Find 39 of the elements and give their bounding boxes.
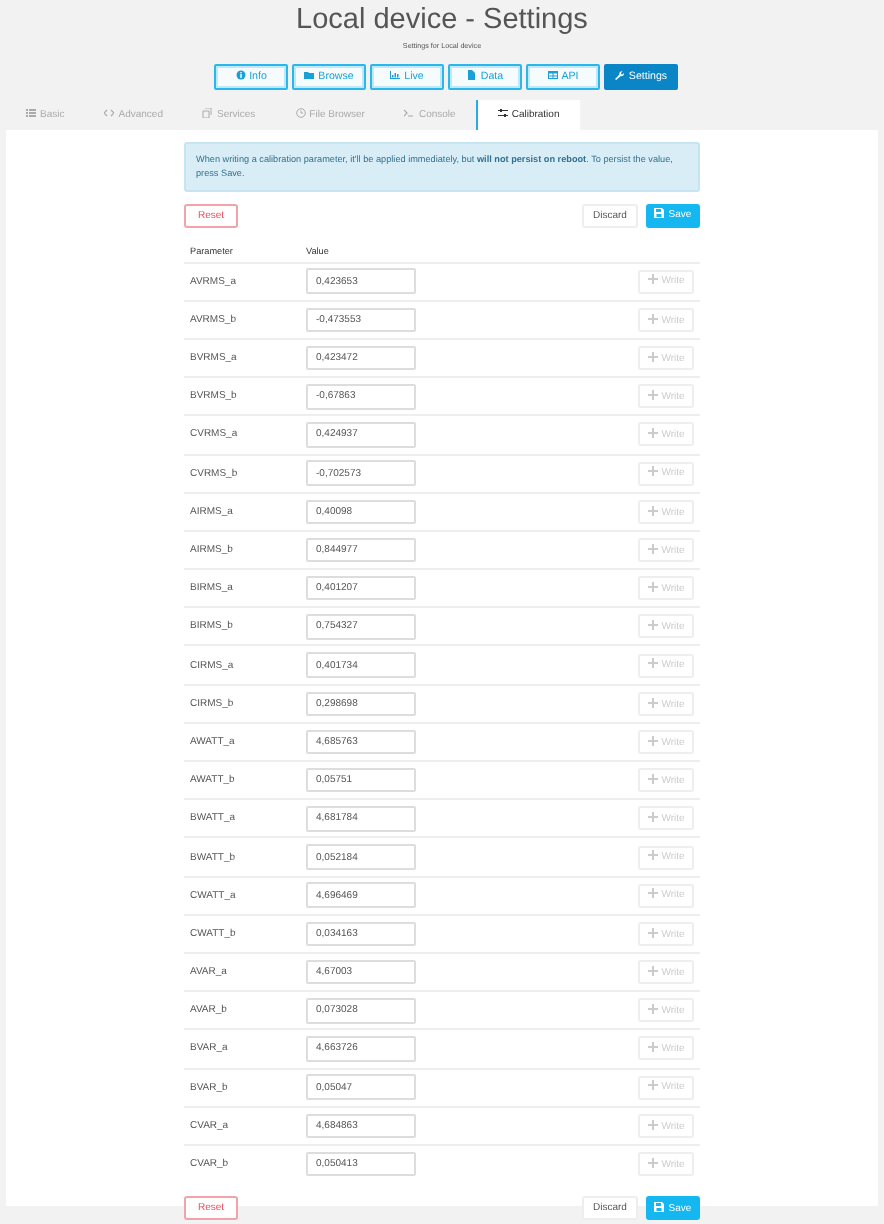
plus-icon — [647, 697, 658, 707]
copy-icon — [202, 108, 213, 119]
bar-chart-icon — [390, 70, 401, 81]
plus-icon — [647, 1042, 658, 1053]
plus-icon — [647, 658, 658, 669]
sliders-icon — [497, 108, 508, 119]
plus-icon — [647, 888, 658, 899]
plus-icon — [647, 428, 658, 439]
plus-icon — [647, 735, 658, 746]
plus-icon — [647, 850, 658, 861]
save-icon — [654, 208, 665, 219]
plus-icon — [647, 274, 658, 285]
plus-icon — [647, 620, 658, 631]
plus-icon — [647, 1004, 658, 1014]
code-icon — [104, 108, 115, 119]
info-icon — [235, 70, 246, 81]
plus-icon — [647, 543, 658, 554]
plus-icon — [647, 466, 658, 477]
plus-icon — [647, 390, 658, 400]
plus-icon — [647, 773, 658, 784]
page-title: Local device - Settings — [294, 2, 590, 36]
plus-icon — [647, 1157, 658, 1168]
plus-icon — [647, 965, 658, 976]
plus-icon — [647, 927, 658, 938]
list-icon — [26, 108, 36, 119]
clock-icon — [295, 108, 306, 119]
plus-icon — [647, 505, 658, 516]
plus-icon — [647, 812, 658, 823]
plus-icon — [647, 313, 658, 324]
folder-icon — [304, 70, 315, 81]
wrench-icon — [614, 70, 625, 81]
plus-icon — [647, 1119, 658, 1130]
table-icon — [547, 70, 558, 81]
plus-icon — [647, 581, 658, 592]
plus-icon — [647, 351, 658, 362]
terminal-icon — [404, 108, 415, 119]
plus-icon — [647, 1080, 658, 1091]
save-icon — [654, 1201, 665, 1212]
file-icon — [466, 70, 477, 81]
